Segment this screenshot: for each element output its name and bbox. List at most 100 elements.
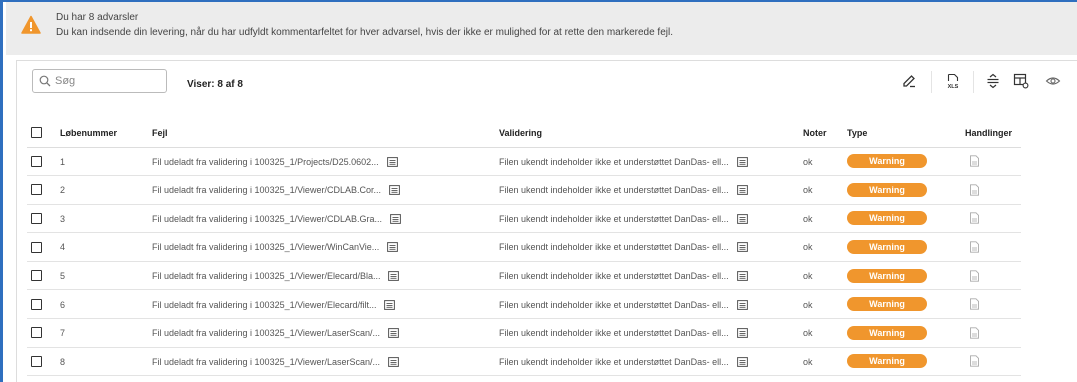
select-all-cell xyxy=(27,119,54,148)
noter-text: ok xyxy=(803,242,813,253)
details-icon[interactable] xyxy=(390,213,401,224)
row-density-icon[interactable] xyxy=(985,73,1001,89)
validering-text: Filen ukendt indeholder ikke et understø… xyxy=(499,299,729,310)
column-settings-icon[interactable] xyxy=(1013,73,1029,89)
type-cell: Warning xyxy=(841,318,959,348)
validering-text: Filen ukendt indeholder ikke et understø… xyxy=(499,185,729,196)
row-number: 3 xyxy=(60,213,66,224)
details-icon[interactable] xyxy=(736,299,748,310)
type-cell: Warning xyxy=(841,175,959,205)
details-icon[interactable] xyxy=(736,213,748,224)
details-icon[interactable] xyxy=(388,356,399,367)
select-all-checkbox[interactable] xyxy=(31,127,42,139)
xls-file-icon[interactable] xyxy=(969,155,980,167)
toolbar-divider xyxy=(931,71,932,93)
row-checkbox[interactable] xyxy=(31,356,42,368)
fejl-text: Fil udeladt fra validering i 100325_1/Vi… xyxy=(152,299,377,310)
handlinger-cell xyxy=(959,232,1021,262)
noter-text: ok xyxy=(803,185,813,196)
validering-cell: Filen ukendt indeholder ikke et understø… xyxy=(493,232,797,262)
noter-cell[interactable]: ok xyxy=(797,289,841,320)
fejl-cell: Fil udeladt fra validering i 100325_1/Vi… xyxy=(146,289,493,320)
toolbar-divider xyxy=(973,71,974,93)
noter-cell[interactable]: ok xyxy=(797,175,841,205)
col-header-loebenummer[interactable]: Løbenummer xyxy=(54,119,146,148)
xls-file-icon[interactable] xyxy=(969,270,980,282)
search-input[interactable] xyxy=(55,73,160,89)
details-icon[interactable] xyxy=(736,356,748,367)
row-checkbox[interactable] xyxy=(31,241,42,253)
details-icon[interactable] xyxy=(388,271,400,281)
xls-file-icon[interactable] xyxy=(969,298,980,310)
warning-badge: Warning xyxy=(847,211,927,226)
xls-file-icon[interactable] xyxy=(969,212,980,225)
fejl-cell: Fil udeladt fra validering i 100325_1/Vi… xyxy=(146,204,493,234)
row-select-cell xyxy=(27,175,54,205)
handlinger-cell xyxy=(959,147,1021,177)
details-icon[interactable] xyxy=(388,328,399,339)
result-count: Viser: 8 af 8 xyxy=(187,79,243,90)
row-select-cell xyxy=(27,318,54,348)
row-checkbox[interactable] xyxy=(31,327,42,339)
fejl-cell: Fil udeladt fra validering i 100325_1/Vi… xyxy=(146,232,493,262)
validering-cell: Filen ukendt indeholder ikke et understø… xyxy=(493,289,797,320)
noter-text: ok xyxy=(803,328,813,339)
row-checkbox[interactable] xyxy=(31,270,42,282)
handlinger-cell xyxy=(959,318,1021,348)
details-icon[interactable] xyxy=(387,242,399,253)
eye-icon[interactable] xyxy=(1045,73,1061,89)
noter-cell[interactable]: ok xyxy=(797,261,841,291)
row-checkbox[interactable] xyxy=(31,155,42,167)
row-number: 8 xyxy=(60,356,66,367)
warnings-table: Løbenummer Fejl Validering Noter Type Ha… xyxy=(27,119,1021,377)
col-header-noter[interactable]: Noter xyxy=(797,119,841,148)
noter-cell[interactable]: ok xyxy=(797,318,841,348)
type-cell: Warning xyxy=(841,261,959,291)
details-icon[interactable] xyxy=(736,328,748,339)
row-select-cell xyxy=(27,147,54,177)
row-number-cell: 3 xyxy=(54,204,146,234)
details-icon[interactable] xyxy=(384,299,396,310)
xls-file-icon[interactable] xyxy=(969,327,980,339)
col-header-fejl[interactable]: Fejl xyxy=(146,119,493,148)
table-row: 4 Fil udeladt fra validering i 100325_1/… xyxy=(27,232,1021,262)
col-header-validering[interactable]: Validering xyxy=(493,119,797,148)
validering-cell: Filen ukendt indeholder ikke et understø… xyxy=(493,347,797,377)
details-icon[interactable] xyxy=(736,271,748,281)
noter-cell[interactable]: ok xyxy=(797,204,841,234)
handlinger-cell xyxy=(959,347,1021,377)
panel-frame: Du har 8 advarsler Du kan indsende din l… xyxy=(0,0,1077,382)
validering-text: Filen ukendt indeholder ikke et understø… xyxy=(499,213,729,224)
handlinger-cell xyxy=(959,175,1021,205)
search-box[interactable] xyxy=(32,69,167,93)
row-checkbox[interactable] xyxy=(31,184,42,196)
handlinger-cell xyxy=(959,261,1021,291)
col-header-type[interactable]: Type xyxy=(841,119,959,148)
xls-file-icon[interactable] xyxy=(969,355,980,368)
warnings-table-card: Viser: 8 af 8 XLS xyxy=(16,60,1077,382)
row-checkbox[interactable] xyxy=(31,213,42,225)
noter-cell[interactable]: ok xyxy=(797,147,841,177)
edit-icon[interactable] xyxy=(901,73,917,89)
xls-file-icon[interactable] xyxy=(969,241,980,253)
details-icon[interactable] xyxy=(386,156,398,167)
details-icon[interactable] xyxy=(736,185,748,196)
xls-file-icon[interactable] xyxy=(969,184,980,196)
table-row: 6 Fil udeladt fra validering i 100325_1/… xyxy=(27,289,1021,320)
noter-text: ok xyxy=(803,299,813,310)
noter-cell[interactable]: ok xyxy=(797,347,841,377)
validering-text: Filen ukendt indeholder ikke et understø… xyxy=(499,328,729,339)
row-select-cell xyxy=(27,204,54,234)
warning-badge: Warning xyxy=(847,240,927,255)
validering-text: Filen ukendt indeholder ikke et understø… xyxy=(499,156,729,167)
details-icon[interactable] xyxy=(736,156,748,167)
table-row: 1 Fil udeladt fra validering i 100325_1/… xyxy=(27,147,1021,177)
row-checkbox[interactable] xyxy=(31,298,42,310)
row-select-cell xyxy=(27,261,54,291)
xls-export-icon[interactable]: XLS xyxy=(945,73,961,89)
table-header-row: Løbenummer Fejl Validering Noter Type Ha… xyxy=(27,119,1021,148)
noter-cell[interactable]: ok xyxy=(797,232,841,262)
details-icon[interactable] xyxy=(389,185,400,196)
details-icon[interactable] xyxy=(736,242,748,253)
warning-message: Du kan indsende din levering, når du har… xyxy=(56,27,673,38)
